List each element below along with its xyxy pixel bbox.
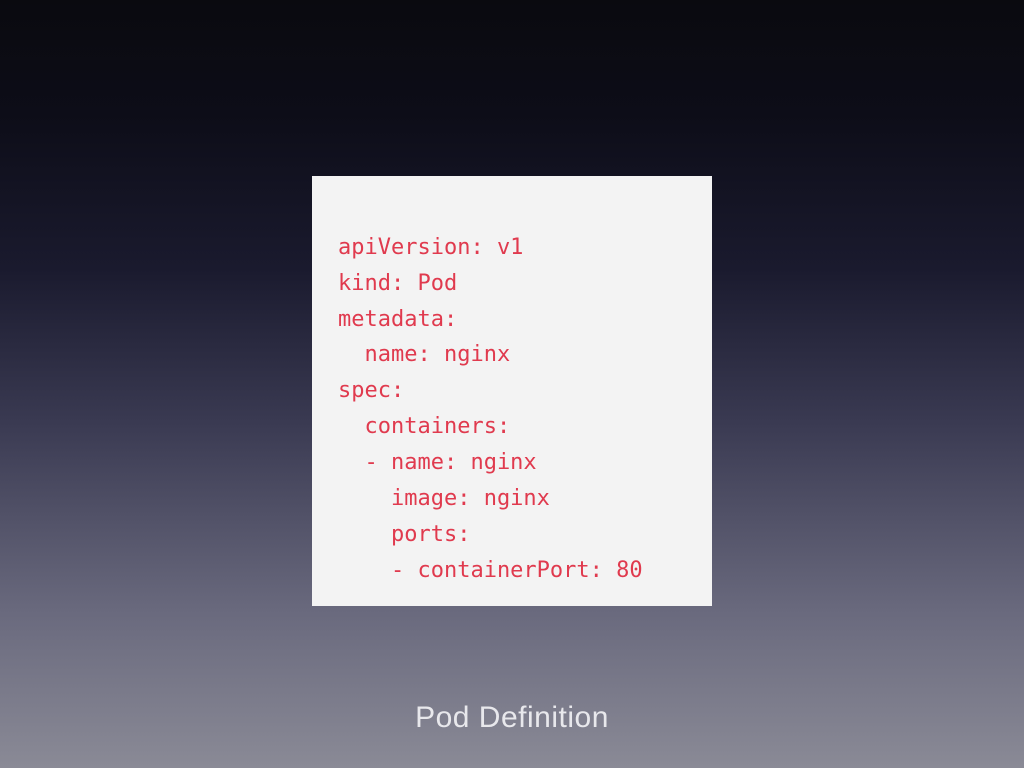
code-line: ports: (338, 522, 470, 547)
code-line: metadata: (338, 307, 457, 332)
code-line: - name: nginx (338, 450, 537, 475)
code-line: - containerPort: 80 (338, 558, 643, 583)
code-line: spec: (338, 378, 404, 403)
code-line: apiVersion: v1 (338, 235, 523, 260)
slide-caption: Pod Definition (415, 701, 609, 735)
code-line: containers: (338, 414, 510, 439)
code-line: name: nginx (338, 342, 510, 367)
code-line: kind: Pod (338, 271, 457, 296)
code-block: apiVersion: v1 kind: Pod metadata: name:… (312, 176, 712, 606)
code-line: image: nginx (338, 486, 550, 511)
